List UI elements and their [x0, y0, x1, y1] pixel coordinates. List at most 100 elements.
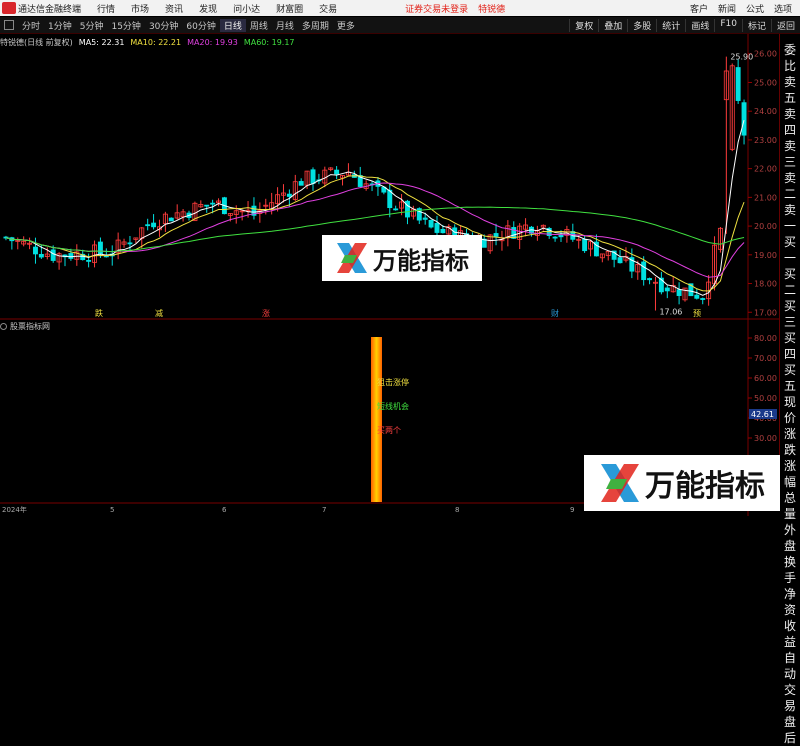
side-label-0: 委比	[783, 43, 796, 73]
candle-body	[50, 249, 56, 261]
candle-body	[741, 102, 747, 136]
candle-body	[298, 181, 304, 186]
price-axis-label: 20.00	[754, 222, 777, 231]
side-label-1: 卖五	[783, 75, 796, 105]
watermark-top: 万能指标	[322, 235, 482, 281]
price-axis-label: 26.00	[754, 50, 777, 59]
candle-body	[735, 67, 741, 101]
ma60-label: MA60: 19.17	[243, 37, 295, 47]
watermark-logo-icon	[337, 243, 367, 273]
candle-body	[127, 242, 133, 245]
current-value-label: 42.61	[751, 410, 774, 419]
candle-body	[151, 222, 157, 228]
candle-body	[700, 298, 706, 300]
candle-body	[168, 217, 174, 222]
candle-body	[86, 260, 92, 262]
date-label: 5	[110, 506, 114, 514]
indicator-axis-label: 70.00	[754, 354, 777, 363]
price-axis-label: 23.00	[754, 136, 777, 145]
indicator-axis-label: 60.00	[754, 374, 777, 383]
indicator-title: 股票指标网	[0, 321, 50, 332]
side-label-7: 买二	[783, 267, 796, 297]
signal-mark: 预	[693, 308, 701, 318]
candle-body	[310, 169, 316, 184]
indicator-axis-label: 80.00	[754, 334, 777, 343]
side-label-8: 买三	[783, 299, 796, 329]
candle-body	[422, 217, 428, 220]
side-label-9: 买四	[783, 331, 796, 361]
candle-body	[334, 169, 340, 175]
indicator-toggle-icon[interactable]	[0, 323, 7, 330]
candle-body	[582, 238, 588, 252]
low-price-label: 17.06	[659, 308, 682, 317]
candle-body	[97, 241, 103, 254]
indicator-axis-label: 50.00	[754, 394, 777, 403]
candle-body	[145, 224, 151, 227]
candle-body	[664, 287, 670, 292]
side-label-3: 卖三	[783, 139, 796, 169]
candle-body	[33, 246, 38, 255]
side-label-11: 现价	[783, 395, 796, 425]
price-axis-label: 17.00	[754, 308, 777, 317]
side-label-4: 卖二	[783, 171, 796, 201]
signal-mark: 减	[155, 308, 163, 318]
ma-info-row: 特锐德(日线 前复权) MA5: 22.31 MA10: 22.21 MA20:…	[0, 36, 295, 48]
side-label-2: 卖四	[783, 107, 796, 137]
indicator-signal-label: 短线机会	[377, 401, 409, 411]
candle-body	[434, 223, 440, 233]
signal-bar	[371, 337, 382, 502]
watermark-text: 万能指标	[373, 246, 469, 275]
date-label: 6	[222, 506, 227, 514]
side-label-19[interactable]: 自动	[780, 650, 800, 682]
date-label: 8	[455, 506, 459, 514]
price-axis-label: 22.00	[754, 165, 777, 174]
price-axis-label: 18.00	[754, 280, 777, 289]
date-label: 2024年	[2, 505, 27, 514]
candle-body	[493, 233, 499, 237]
side-label-6: 买一	[783, 235, 796, 265]
candle-body	[428, 219, 434, 228]
candle-body	[694, 294, 700, 299]
indicator-signal-label: 买两个	[377, 426, 401, 435]
watermark-logo-icon-2	[601, 464, 639, 502]
candle-body	[393, 208, 399, 211]
indicator-name: 股票指标网	[10, 322, 50, 331]
watermark-bottom: 万能指标	[584, 455, 780, 511]
candle-body	[676, 289, 682, 296]
ma10-label: MA10: 22.21	[130, 37, 182, 47]
side-label-5: 卖一	[783, 203, 796, 233]
signal-mark: 跌	[95, 308, 103, 318]
watermark-text-2: 万能指标	[645, 469, 765, 504]
date-label: 9	[570, 506, 574, 514]
candle-body	[617, 257, 623, 264]
side-label-10: 买五	[783, 363, 796, 393]
side-label-20[interactable]: 交易	[780, 682, 800, 714]
side-label-12: 涨跌	[783, 427, 796, 457]
signal-mark: 财	[551, 308, 559, 318]
price-axis-label: 24.00	[754, 107, 777, 116]
date-label: 7	[322, 506, 326, 514]
signal-mark: 涨	[262, 308, 270, 318]
ma5-label: MA5: 22.31	[78, 37, 125, 47]
indicator-axis-label: 30.00	[754, 434, 777, 443]
candle-body	[68, 253, 74, 259]
indicator-signal-label: 狙击涨停	[377, 377, 409, 387]
high-price-label: 25.90	[730, 53, 753, 62]
side-label-16: 换手	[783, 555, 796, 585]
candle-body	[286, 193, 292, 197]
candle-body	[647, 278, 653, 281]
candle-body	[210, 202, 216, 205]
price-axis-label: 19.00	[754, 251, 777, 260]
candle-body	[440, 228, 446, 234]
ma20-label: MA20: 19.93	[187, 37, 238, 47]
side-label-18: 收益	[783, 619, 796, 649]
candle-body	[641, 261, 647, 281]
side-label-13: 涨幅	[783, 459, 796, 489]
side-label-15: 外盘	[783, 523, 796, 553]
side-label-14: 总量	[783, 491, 796, 521]
candle-body	[204, 204, 210, 207]
stock-period-label: 特锐德(日线 前复权)	[0, 37, 73, 47]
price-axis-label: 21.00	[754, 193, 777, 202]
quote-side-panel: 委比 卖五 卖四 卖三 卖二 卖一 买一 买二 买三 买四 买五 现价 涨跌 涨幅 总量 外盘 换手 净资 收益 自动…	[779, 34, 800, 745]
side-label-21[interactable]: 盘后	[780, 714, 800, 746]
